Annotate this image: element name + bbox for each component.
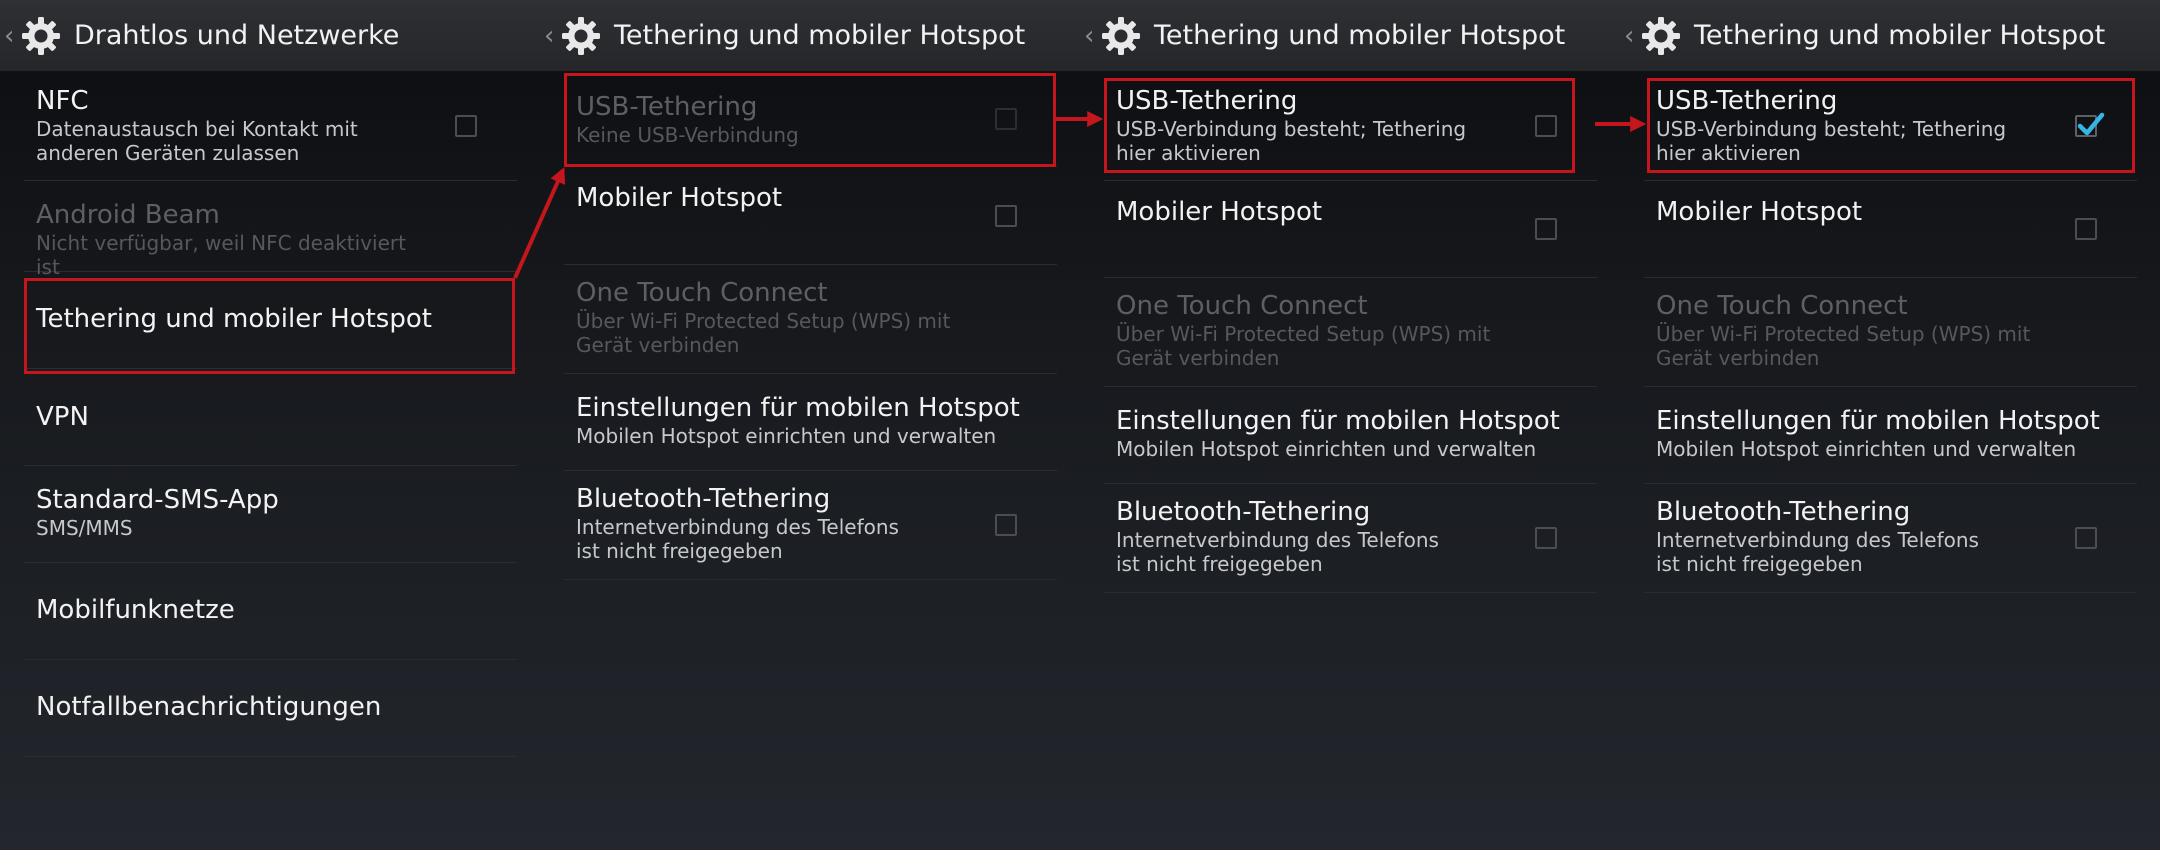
bluetooth-tethering-checkbox[interactable] (995, 514, 1017, 536)
list-item-vpn[interactable]: VPN (24, 369, 517, 466)
item-title: Mobiler Hotspot (1656, 197, 1863, 227)
item-summary: Über Wi-Fi Protected Setup (WPS) mit Ger… (1116, 322, 1491, 370)
up-caret-icon[interactable]: ‹ (1624, 23, 1638, 49)
item-title: Notfallbenachrichtigungen (36, 692, 382, 722)
list-item-usb-tethering[interactable]: USB-Tethering Keine USB-Verbindung (564, 71, 1057, 167)
item-summary: Mobilen Hotspot einrichten und verwalten (1116, 437, 1537, 461)
item-summary: USB-Verbindung besteht; Tethering hier a… (1656, 117, 2007, 165)
page-title: Drahtlos und Netzwerke (74, 20, 400, 51)
item-title: Einstellungen für mobilen Hotspot (1656, 406, 2100, 436)
list-item-bluetooth-tethering[interactable]: Bluetooth-Tethering Internetverbindung d… (1104, 484, 1597, 593)
item-title: Mobiler Hotspot (576, 183, 783, 213)
item-summary: Internetverbindung des Telefons ist nich… (1116, 528, 1439, 576)
list-item-mobile-hotspot[interactable]: Mobiler Hotspot (1104, 181, 1597, 278)
up-caret-icon[interactable]: ‹ (4, 23, 18, 49)
item-title: One Touch Connect (1656, 291, 1908, 321)
page-title: Tethering und mobiler Hotspot (1154, 20, 1566, 51)
settings-gear-icon[interactable] (1098, 13, 1144, 59)
usb-tethering-checkbox[interactable] (995, 107, 1017, 130)
list-item-one-touch-connect[interactable]: One Touch Connect Über Wi-Fi Protected S… (564, 265, 1057, 374)
item-summary: Keine USB-Verbindung (576, 123, 799, 147)
bluetooth-tethering-checkbox[interactable] (1535, 527, 1557, 549)
settings-list: NFC Datenaustausch bei Kontakt mit ander… (24, 71, 517, 757)
list-item-one-touch-connect[interactable]: One Touch Connect Über Wi-Fi Protected S… (1644, 278, 2137, 387)
item-title: Einstellungen für mobilen Hotspot (1116, 406, 1560, 436)
list-item-usb-tethering[interactable]: USB-Tethering USB-Verbindung besteht; Te… (1104, 71, 1597, 181)
action-bar: ‹ Tethering und mobiler Hotspot (1620, 0, 2160, 72)
panel-tethering-usb-connected: ‹ Tethering und mobiler Hotspot USB-Teth… (1080, 0, 1620, 850)
nfc-checkbox[interactable] (455, 114, 477, 137)
checkmark-icon (2077, 112, 2105, 135)
list-item-emergency-alerts[interactable]: Notfallbenachrichtigungen (24, 660, 517, 757)
usb-tethering-checkbox[interactable] (1535, 114, 1557, 137)
item-summary: Über Wi-Fi Protected Setup (WPS) mit Ger… (1656, 322, 2031, 370)
list-item-hotspot-settings[interactable]: Einstellungen für mobilen Hotspot Mobile… (564, 374, 1057, 471)
item-title: Tethering und mobiler Hotspot (36, 304, 432, 334)
item-title: Bluetooth-Tethering (576, 484, 831, 514)
mobile-hotspot-checkbox[interactable] (1535, 218, 1557, 240)
usb-tethering-checkbox-checked[interactable] (2075, 112, 2105, 137)
settings-list: USB-Tethering USB-Verbindung besteht; Te… (1104, 71, 1597, 593)
settings-gear-icon[interactable] (558, 13, 604, 59)
settings-list: USB-Tethering Keine USB-Verbindung Mobil… (564, 71, 1057, 580)
item-title: NFC (36, 86, 89, 116)
item-title: USB-Tethering (1656, 86, 1838, 116)
list-item-default-sms-app[interactable]: Standard-SMS-App SMS/MMS (24, 466, 517, 563)
item-summary: Mobilen Hotspot einrichten und verwalten (1656, 437, 2077, 461)
settings-gear-icon[interactable] (18, 13, 64, 59)
item-title: VPN (36, 402, 89, 432)
panel-wireless-networks: ‹ Drahtlos und Netzwerke NFC Datenaustau… (0, 0, 540, 850)
item-title: One Touch Connect (1116, 291, 1368, 321)
action-bar: ‹ Drahtlos und Netzwerke (0, 0, 540, 72)
panel-tethering-usb-enabled: ‹ Tethering und mobiler Hotspot USB-Teth… (1620, 0, 2160, 850)
item-title: One Touch Connect (576, 278, 828, 308)
list-item-mobile-networks[interactable]: Mobilfunknetze (24, 563, 517, 660)
action-bar: ‹ Tethering und mobiler Hotspot (540, 0, 1080, 72)
list-item-tethering-hotspot[interactable]: Tethering und mobiler Hotspot (24, 272, 517, 369)
list-item-hotspot-settings[interactable]: Einstellungen für mobilen Hotspot Mobile… (1644, 387, 2137, 484)
item-summary: Datenaustausch bei Kontakt mit anderen G… (36, 117, 358, 165)
item-title: Standard-SMS-App (36, 485, 279, 515)
list-item-one-touch-connect[interactable]: One Touch Connect Über Wi-Fi Protected S… (1104, 278, 1597, 387)
item-title: Android Beam (36, 200, 220, 230)
item-summary: USB-Verbindung besteht; Tethering hier a… (1116, 117, 1467, 165)
item-title: Bluetooth-Tethering (1656, 497, 1911, 527)
list-item-usb-tethering[interactable]: USB-Tethering USB-Verbindung besteht; Te… (1644, 71, 2137, 181)
page-title: Tethering und mobiler Hotspot (614, 20, 1026, 51)
list-item-hotspot-settings[interactable]: Einstellungen für mobilen Hotspot Mobile… (1104, 387, 1597, 484)
item-title: USB-Tethering (576, 92, 758, 122)
list-item-nfc[interactable]: NFC Datenaustausch bei Kontakt mit ander… (24, 71, 517, 181)
panel-tethering-no-usb: ‹ Tethering und mobiler Hotspot USB-Teth… (540, 0, 1080, 850)
page-title: Tethering und mobiler Hotspot (1694, 20, 2106, 51)
settings-list: USB-Tethering USB-Verbindung besteht; Te… (1644, 71, 2137, 593)
item-title: Mobilfunknetze (36, 595, 235, 625)
item-title: USB-Tethering (1116, 86, 1298, 116)
item-summary: Über Wi-Fi Protected Setup (WPS) mit Ger… (576, 309, 951, 357)
list-item-bluetooth-tethering[interactable]: Bluetooth-Tethering Internetverbindung d… (1644, 484, 2137, 593)
action-bar: ‹ Tethering und mobiler Hotspot (1080, 0, 1620, 72)
settings-gear-icon[interactable] (1638, 13, 1684, 59)
up-caret-icon[interactable]: ‹ (1084, 23, 1098, 49)
list-item-bluetooth-tethering[interactable]: Bluetooth-Tethering Internetverbindung d… (564, 471, 1057, 580)
item-summary: SMS/MMS (36, 516, 133, 540)
item-title: Einstellungen für mobilen Hotspot (576, 393, 1020, 423)
item-summary: Internetverbindung des Telefons ist nich… (576, 515, 899, 563)
list-item-mobile-hotspot[interactable]: Mobiler Hotspot (1644, 181, 2137, 278)
item-title: Mobiler Hotspot (1116, 197, 1323, 227)
up-caret-icon[interactable]: ‹ (544, 23, 558, 49)
item-summary: Internetverbindung des Telefons ist nich… (1656, 528, 1979, 576)
list-item-android-beam[interactable]: Android Beam Nicht verfügbar, weil NFC d… (24, 181, 517, 279)
mobile-hotspot-checkbox[interactable] (2075, 218, 2097, 240)
item-summary: Mobilen Hotspot einrichten und verwalten (576, 424, 997, 448)
mobile-hotspot-checkbox[interactable] (995, 204, 1017, 227)
list-item-mobile-hotspot[interactable]: Mobiler Hotspot (564, 167, 1057, 265)
item-title: Bluetooth-Tethering (1116, 497, 1371, 527)
bluetooth-tethering-checkbox[interactable] (2075, 527, 2097, 549)
